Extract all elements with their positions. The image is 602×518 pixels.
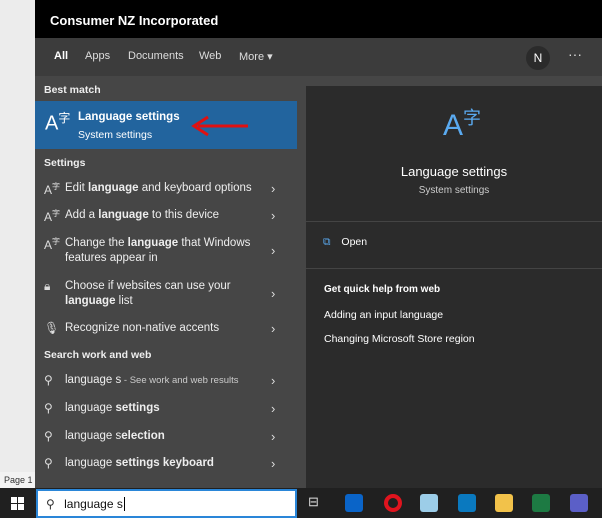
item-label: language selection (65, 430, 165, 442)
tab-apps[interactable]: Apps (85, 50, 110, 62)
document-status-bar: Page 1 c (0, 472, 35, 488)
best-match-title: Language settings (78, 111, 180, 123)
chevron-right-icon[interactable]: › (271, 286, 275, 301)
search-input-value: language s (64, 497, 123, 511)
trello-icon[interactable] (458, 494, 476, 512)
tab-documents[interactable]: Documents (128, 50, 184, 62)
divider (306, 221, 602, 222)
outlook-icon[interactable] (345, 494, 363, 512)
tab-web[interactable]: Web (199, 50, 221, 62)
open-icon: ⧉ (323, 236, 331, 248)
chevron-right-icon[interactable]: › (271, 429, 275, 444)
preview-pane: A字 Language settings System settings ⧉ O… (306, 86, 602, 488)
help-link[interactable]: Adding an input language (324, 309, 443, 321)
item-label: language settings keyboard (65, 457, 214, 469)
search-tabs: All Apps Documents Web More ▾ N ··· (35, 38, 602, 114)
chevron-right-icon[interactable]: › (271, 373, 275, 388)
open-label: Open (341, 236, 368, 248)
help-link[interactable]: Changing Microsoft Store region (324, 333, 475, 345)
divider (306, 268, 602, 269)
open-button[interactable]: ⧉ Open (323, 236, 523, 252)
search-icon: ⚲ (44, 429, 53, 443)
chevron-right-icon[interactable]: › (271, 208, 275, 223)
search-icon: ⚲ (44, 401, 53, 415)
item-label: Change the language that Windows feature… (65, 237, 251, 264)
avatar[interactable]: N (526, 46, 550, 70)
item-label: Choose if websites can use your language… (65, 280, 231, 307)
notepad-icon[interactable] (420, 494, 438, 512)
chevron-right-icon[interactable]: › (271, 321, 275, 336)
chevron-right-icon[interactable]: › (271, 456, 275, 471)
item-label: Add a language to this device (65, 209, 220, 221)
best-match-heading: Best match (44, 84, 101, 96)
settings-heading: Settings (44, 157, 86, 169)
language-icon: A字 (44, 209, 61, 224)
org-title: Consumer NZ Incorporated (35, 0, 602, 38)
item-label: Edit language and keyboard options (65, 182, 252, 194)
best-match-item[interactable]: A字 Language settings System settings (35, 101, 297, 149)
chevron-right-icon[interactable]: › (271, 181, 275, 196)
opera-icon[interactable] (384, 494, 402, 512)
more-options-button[interactable]: ··· (568, 46, 582, 62)
start-search-panel: Consumer NZ Incorporated All Apps Docume… (35, 0, 602, 488)
language-icon: A字 (45, 111, 71, 135)
item-label: Recognize non-native accents (65, 322, 220, 334)
background-document (0, 0, 35, 488)
file-explorer-icon[interactable] (495, 494, 513, 512)
language-icon: A字 (44, 182, 61, 197)
search-icon: ⚲ (44, 456, 53, 470)
red-arrow-annotation (191, 115, 248, 137)
microphone-icon: 🎙︎ (44, 321, 60, 335)
task-view-icon[interactable]: ⊟ (308, 494, 319, 510)
chevron-right-icon[interactable]: › (271, 243, 275, 258)
teams-icon[interactable] (570, 494, 588, 512)
web-heading: Search work and web (44, 349, 152, 361)
item-label: language settings (65, 402, 160, 414)
tab-more[interactable]: More ▾ (239, 50, 273, 63)
help-heading: Get quick help from web (324, 284, 441, 295)
lock-icon: 🔒︎ (44, 279, 51, 293)
windows-start-icon[interactable] (11, 497, 24, 510)
preview-subtitle: System settings (418, 185, 490, 196)
language-icon: A字 (443, 108, 482, 142)
chevron-right-icon[interactable]: › (271, 401, 275, 416)
item-label: language s - See work and web results (65, 374, 239, 386)
excel-icon[interactable] (532, 494, 550, 512)
search-input[interactable]: ⚲ language s (36, 489, 297, 518)
preview-title: Language settings (400, 164, 508, 179)
best-match-subtitle: System settings (78, 129, 153, 141)
search-icon: ⚲ (44, 373, 53, 387)
tab-all[interactable]: All (54, 50, 68, 62)
search-icon: ⚲ (46, 497, 55, 511)
language-icon: A字 (44, 237, 61, 252)
